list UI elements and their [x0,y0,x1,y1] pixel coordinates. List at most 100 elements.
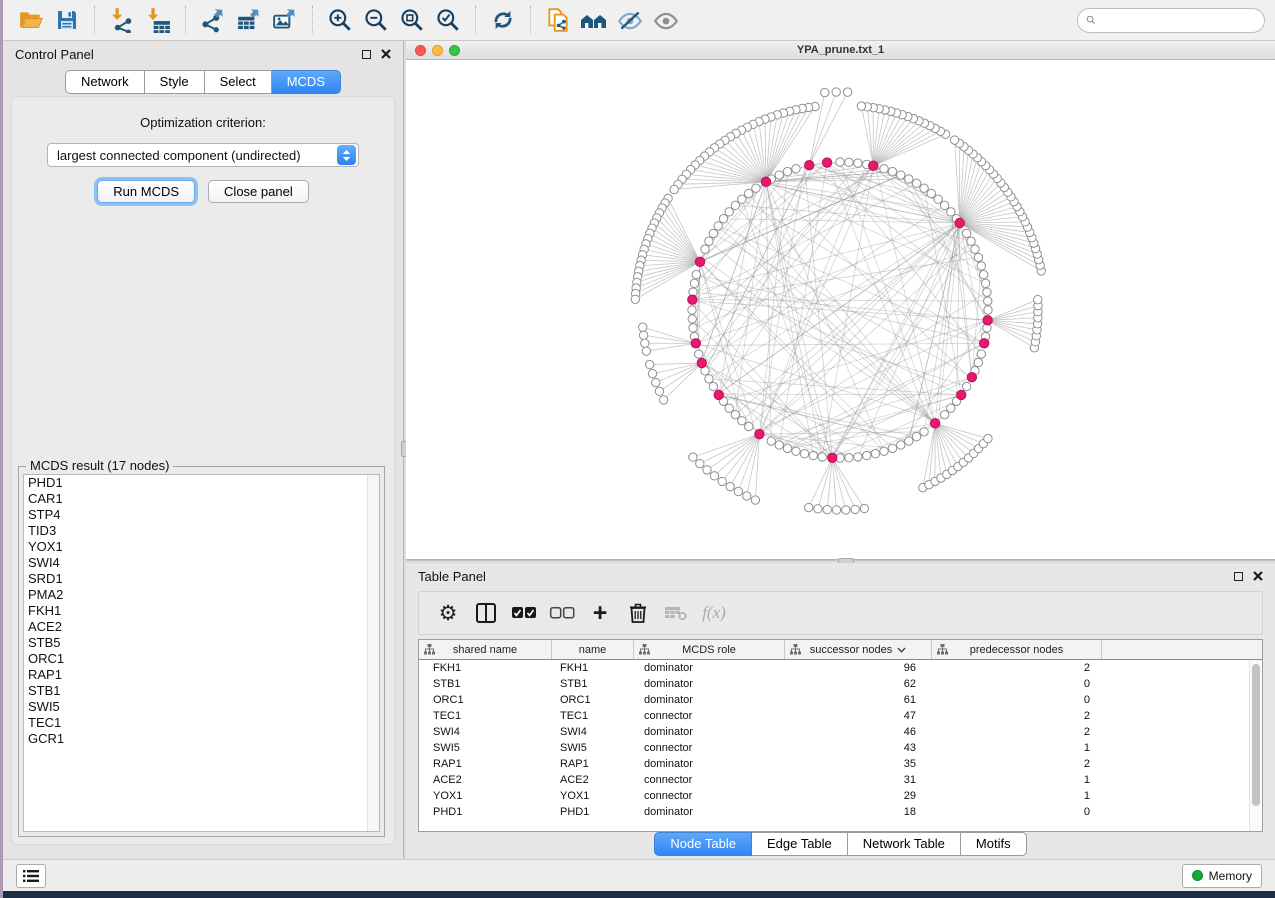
table-cell[interactable]: 29 [785,790,932,802]
table-cell[interactable]: SWI5 [552,742,634,754]
mcds-result-item[interactable]: STB1 [24,683,379,699]
table-cell[interactable]: 1 [932,774,1102,786]
open-session-button[interactable] [13,4,49,36]
table-cell[interactable]: 0 [932,694,1102,706]
mcds-result-item[interactable]: TEC1 [24,715,379,731]
table-cell[interactable]: SWI4 [552,726,634,738]
table-row[interactable]: SWI4SWI4dominator462 [419,724,1262,740]
table-cell[interactable]: ORC1 [419,694,552,706]
export-image-button[interactable] [267,4,303,36]
tab-edge-table[interactable]: Edge Table [752,832,848,856]
network-canvas[interactable] [406,60,1275,559]
tab-network[interactable]: Network [65,70,145,94]
table-cell[interactable]: dominator [634,726,785,738]
mcds-result-item[interactable]: SRD1 [24,571,379,587]
table-cell[interactable]: 1 [932,790,1102,802]
table-cell[interactable]: ACE2 [552,774,634,786]
table-cell[interactable]: 47 [785,710,932,722]
column-header-name[interactable]: name [552,640,634,659]
task-history-button[interactable] [16,864,46,888]
column-header-MCDS-role[interactable]: MCDS role [634,640,785,659]
mcds-result-item[interactable]: ORC1 [24,651,379,667]
search-field[interactable] [1077,8,1265,33]
mcds-result-item[interactable]: SWI4 [24,555,379,571]
table-cell[interactable]: dominator [634,678,785,690]
delete-columns-button[interactable] [619,596,657,630]
table-cell[interactable]: 0 [932,678,1102,690]
save-session-button[interactable] [49,4,85,36]
table-row[interactable]: ACE2ACE2connector311 [419,772,1262,788]
table-row[interactable]: TEC1TEC1connector472 [419,708,1262,724]
table-cell[interactable]: RAP1 [419,758,552,770]
delete-table-button[interactable] [657,596,695,630]
table-cell[interactable]: YOX1 [419,790,552,802]
table-cell[interactable]: dominator [634,806,785,818]
table-cell[interactable]: FKH1 [419,662,552,674]
float-panel-icon[interactable] [362,50,371,59]
table-row[interactable]: ORC1ORC1dominator610 [419,692,1262,708]
table-row[interactable]: FKH1FKH1dominator962 [419,660,1262,676]
tab-select[interactable]: Select [205,70,272,94]
table-cell[interactable]: 46 [785,726,932,738]
search-input[interactable] [1101,13,1256,27]
tab-network-table[interactable]: Network Table [848,832,961,856]
mcds-result-list[interactable]: PHD1CAR1STP4TID3YOX1SWI4SRD1PMA2FKH1ACE2… [23,474,380,832]
memory-button[interactable]: Memory [1182,864,1262,888]
mcds-result-item[interactable]: PHD1 [24,475,379,491]
mcds-result-item[interactable]: PMA2 [24,587,379,603]
table-cell[interactable]: FKH1 [552,662,634,674]
new-network-from-selection-button[interactable] [540,4,576,36]
table-cell[interactable]: 2 [932,726,1102,738]
table-cell[interactable]: 35 [785,758,932,770]
list-scrollbar[interactable] [367,475,379,831]
table-cell[interactable]: connector [634,710,785,722]
table-cell[interactable]: connector [634,790,785,802]
table-row[interactable]: STB1STB1dominator620 [419,676,1262,692]
table-row[interactable]: PHD1PHD1dominator180 [419,804,1262,820]
table-cell[interactable]: 0 [932,806,1102,818]
table-cell[interactable]: 2 [932,710,1102,722]
mcds-result-item[interactable]: CAR1 [24,491,379,507]
zoom-fit-button[interactable] [394,4,430,36]
table-cell[interactable]: PHD1 [552,806,634,818]
mcds-result-item[interactable]: ACE2 [24,619,379,635]
table-cell[interactable]: SWI5 [419,742,552,754]
table-cell[interactable]: 61 [785,694,932,706]
column-header-successor-nodes[interactable]: successor nodes [785,640,932,659]
zoom-selected-button[interactable] [430,4,466,36]
network-window-titlebar[interactable]: YPA_prune.txt_1 [406,41,1275,60]
table-cell[interactable]: 1 [932,742,1102,754]
mcds-result-item[interactable]: RAP1 [24,667,379,683]
mcds-result-item[interactable]: TID3 [24,523,379,539]
window-close-icon[interactable] [415,45,426,56]
import-table-button[interactable] [140,4,176,36]
table-cell[interactable]: 96 [785,662,932,674]
mcds-result-item[interactable]: STP4 [24,507,379,523]
create-column-button[interactable]: + [581,596,619,630]
mcds-result-item[interactable]: GCR1 [24,731,379,747]
tab-style[interactable]: Style [145,70,205,94]
table-cell[interactable]: dominator [634,694,785,706]
function-builder-button[interactable]: f(x) [695,596,733,630]
show-all-button[interactable] [648,4,684,36]
tab-motifs[interactable]: Motifs [961,832,1027,856]
export-network-button[interactable] [195,4,231,36]
table-cell[interactable]: TEC1 [419,710,552,722]
table-cell[interactable]: STB1 [552,678,634,690]
table-row[interactable]: RAP1RAP1dominator352 [419,756,1262,772]
mcds-result-item[interactable]: YOX1 [24,539,379,555]
close-panel-icon[interactable] [381,49,391,59]
table-cell[interactable]: STB1 [419,678,552,690]
zoom-in-button[interactable] [322,4,358,36]
table-row[interactable]: YOX1YOX1connector291 [419,788,1262,804]
table-cell[interactable]: 18 [785,806,932,818]
table-cell[interactable]: YOX1 [552,790,634,802]
table-cell[interactable]: ORC1 [552,694,634,706]
table-cell[interactable]: ACE2 [419,774,552,786]
table-cell[interactable]: SWI4 [419,726,552,738]
first-neighbors-button[interactable] [576,4,612,36]
float-panel-icon[interactable] [1234,572,1243,581]
table-cell[interactable]: TEC1 [552,710,634,722]
mcds-result-item[interactable]: FKH1 [24,603,379,619]
table-scrollbar[interactable] [1249,660,1262,831]
